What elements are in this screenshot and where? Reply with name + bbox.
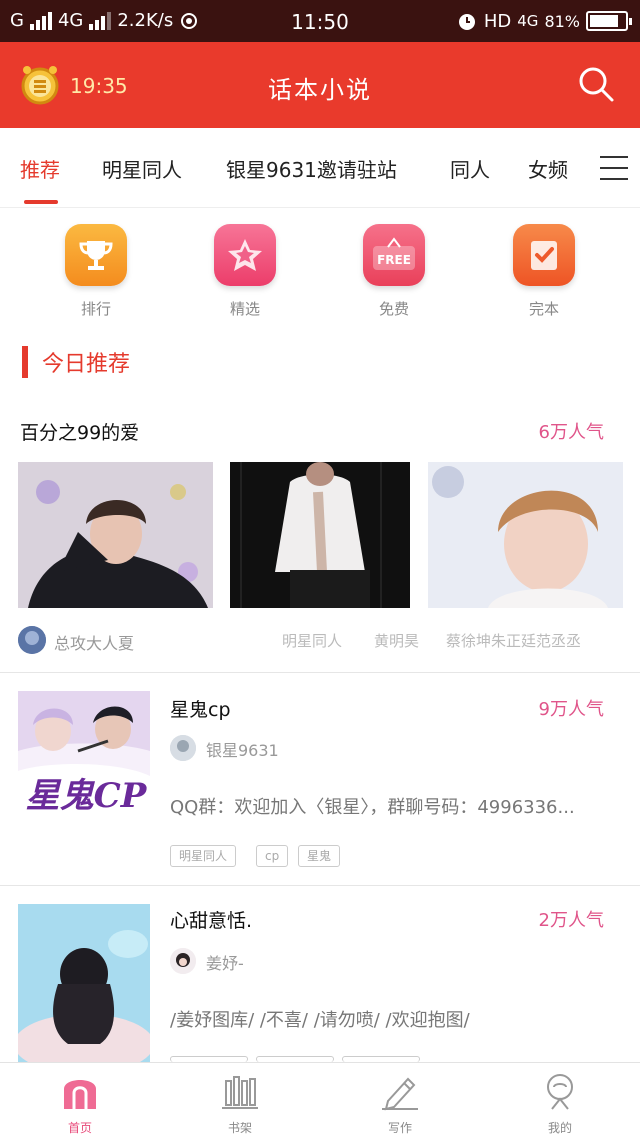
network-label-2: 4G [517, 12, 539, 30]
battery-icon [586, 11, 632, 31]
nav-label: 写作 [387, 1121, 412, 1135]
nav-bookshelf[interactable]: 书架 [200, 1071, 280, 1136]
quick-link-label: 完本 [528, 300, 559, 318]
svg-text:FREE: FREE [377, 253, 411, 267]
quick-link-free[interactable]: FREE 免费 [344, 224, 444, 319]
featured-tag[interactable]: 明星同人 [282, 630, 342, 651]
app-title: 话本小说 [268, 76, 372, 104]
quick-link-label: 排行 [80, 300, 111, 318]
book-title[interactable]: 心甜意恬. [170, 906, 252, 933]
book-tag[interactable]: 明星同人 [170, 845, 237, 867]
book-title[interactable]: 星鬼cp [170, 695, 231, 722]
author-avatar[interactable] [18, 626, 46, 654]
book-popularity: 9万人气 [538, 699, 604, 720]
check-book-icon [513, 224, 575, 286]
bookshelf-icon [222, 1076, 258, 1109]
nav-label: 书架 [227, 1121, 252, 1135]
app-bar: 19:35 话本小说 [0, 42, 640, 128]
tab-fanfic[interactable]: 同人 [450, 154, 490, 183]
nav-label: 首页 [67, 1121, 92, 1135]
featured-title[interactable]: 百分之99的爱 [20, 418, 139, 445]
quick-link-finished[interactable]: 完本 [494, 224, 594, 319]
book-description: QQ群：欢迎加入〈银星〉，群聊号码：4996336... [170, 797, 575, 818]
featured-author-row: 总攻大人夏 明星同人 黄明昊 蔡徐坤朱正廷范丞丞 [18, 624, 622, 656]
profile-icon [547, 1074, 573, 1110]
nav-profile[interactable]: 我的 [520, 1071, 600, 1136]
book-popularity: 2万人气 [538, 910, 604, 931]
nav-home[interactable]: 首页 [40, 1071, 120, 1136]
home-icon [64, 1080, 96, 1109]
book-author[interactable]: 银星9631 [206, 737, 279, 761]
search-icon[interactable] [576, 64, 616, 104]
quick-link-ranking[interactable]: 排行 [46, 224, 146, 319]
trophy-icon [65, 224, 127, 286]
menu-icon[interactable] [600, 156, 628, 180]
book-item[interactable]: 心甜意恬. 2万人气 姜妤- /姜妤图库/ /不喜/ /请勿喷/ /欢迎抱图/ [0, 886, 640, 1062]
book-tag[interactable]: 星鬼 [298, 845, 341, 867]
book-cover[interactable]: 星鬼CP [18, 691, 150, 863]
book-cover-title: 星鬼CP [25, 776, 147, 816]
battery-percent: 81% [544, 11, 580, 31]
featured-image-1[interactable] [18, 462, 213, 608]
book-item[interactable]: 星鬼CP 星鬼cp 9万人气 银星9631 QQ群：欢迎加入〈银星〉，群聊号码：… [0, 673, 640, 885]
nav-label: 我的 [547, 1121, 572, 1135]
featured-author[interactable]: 总攻大人夏 [54, 630, 134, 654]
category-tabs: 推荐 明星同人 银星9631邀请驻站 同人 女频 [0, 128, 640, 208]
section-title: 今日推荐 [42, 352, 131, 377]
free-sign-icon: FREE [363, 224, 425, 286]
star-icon [214, 224, 276, 286]
quick-link-label: 精选 [229, 300, 260, 318]
alarm-icon [458, 14, 475, 30]
section-accent-bar [22, 346, 28, 378]
bottom-nav: 首页 书架 写作 我的 [0, 1062, 640, 1138]
book-author[interactable]: 姜妤- [206, 950, 244, 974]
book-description: /姜妤图库/ /不喜/ /请勿喷/ /欢迎抱图/ [170, 1010, 470, 1031]
section-header: 今日推荐 [22, 346, 130, 378]
active-tab-indicator [24, 200, 58, 204]
book-author-avatar[interactable] [170, 948, 196, 974]
hd-label: HD [483, 10, 512, 32]
featured-popularity: 6万人气 [538, 422, 604, 443]
tab-yinxing-station[interactable]: 银星9631邀请驻站 [226, 154, 397, 183]
featured-tag[interactable]: 黄明昊 [374, 630, 419, 651]
quick-link-label: 免费 [378, 300, 409, 318]
featured-tag[interactable]: 蔡徐坤朱正廷范丞丞 [446, 630, 581, 651]
featured-image-2[interactable] [230, 462, 410, 608]
tab-recommend[interactable]: 推荐 [20, 154, 60, 183]
tab-star-fanfic[interactable]: 明星同人 [102, 154, 182, 183]
featured-image-3[interactable] [428, 462, 623, 608]
book-cover[interactable] [18, 904, 150, 1062]
status-bar: G 4G 2.2K/s 11:50 HD 4G 81% [0, 0, 640, 42]
tab-female[interactable]: 女频 [528, 154, 568, 183]
quick-link-selected[interactable]: 精选 [195, 224, 295, 319]
nav-write[interactable]: 写作 [360, 1071, 440, 1136]
pencil-icon [382, 1077, 418, 1111]
book-author-avatar[interactable] [170, 735, 196, 761]
book-tag[interactable]: cp [256, 845, 289, 867]
